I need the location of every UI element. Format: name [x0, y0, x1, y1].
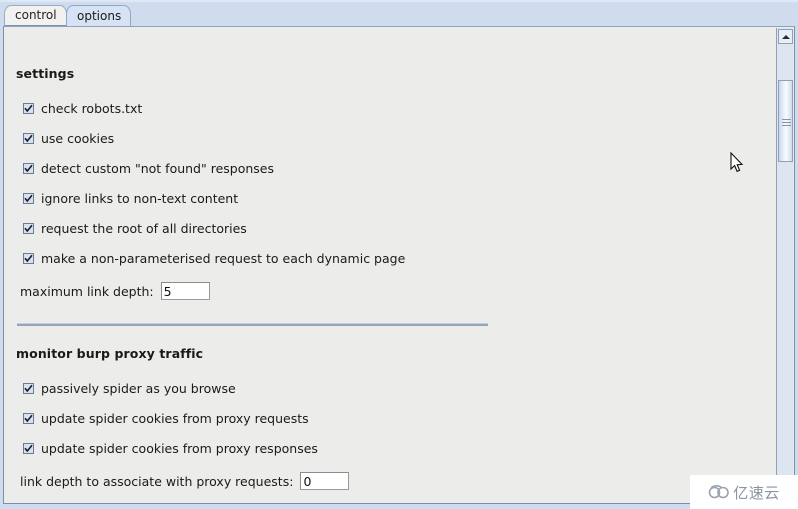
checkbox-label-passively-spider-as-you-browse: passively spider as you browse	[41, 381, 236, 396]
checkbox-row-update-spider-cookies-from-proxy-requests[interactable]: update spider cookies from proxy request…	[23, 411, 309, 426]
input-link-depth-to-associate-with-proxy-requests[interactable]	[300, 472, 350, 490]
tab-strip: control options	[0, 0, 798, 29]
scrollbar-grip-line	[782, 125, 791, 126]
checkbox-label-check-robots-txt: check robots.txt	[41, 101, 143, 116]
checkbox-label-use-cookies: use cookies	[41, 131, 115, 146]
checkbox-passively-spider-as-you-browse[interactable]	[23, 383, 34, 394]
input-maximum-link-depth[interactable]	[160, 282, 210, 300]
checkbox-row-make-a-non-parameterised-request[interactable]: make a non-parameterised request to each…	[23, 251, 405, 266]
checkbox-label-ignore-links-to-non-text-content: ignore links to non-text content	[41, 191, 239, 206]
checkbox-label-make-a-non-parameterised-request: make a non-parameterised request to each…	[41, 251, 406, 266]
watermark-text: 亿速云	[733, 483, 780, 502]
checkbox-make-a-non-parameterised-request[interactable]	[23, 253, 34, 264]
scrollbar-up-button[interactable]	[778, 29, 793, 44]
checkbox-label-update-spider-cookies-from-proxy-responses: update spider cookies from proxy respons…	[41, 441, 318, 456]
checkbox-row-use-cookies[interactable]: use cookies	[23, 131, 114, 146]
checkbox-update-spider-cookies-from-proxy-responses[interactable]	[23, 443, 34, 454]
checkbox-row-ignore-links-to-non-text-content[interactable]: ignore links to non-text content	[23, 191, 238, 206]
field-label-maximum-link-depth: maximum link depth:	[20, 283, 154, 299]
tab-strip-highlight	[0, 0, 798, 2]
tab-options-label: options	[77, 9, 122, 23]
vertical-scrollbar[interactable]	[776, 28, 793, 502]
spider-options-window: control options settings check robots.tx…	[0, 0, 798, 509]
checkbox-row-check-robots-txt[interactable]: check robots.txt	[23, 101, 142, 116]
checkbox-label-request-the-root-of-all-directories: request the root of all directories	[41, 221, 247, 236]
checkbox-label-update-spider-cookies-from-proxy-requests: update spider cookies from proxy request…	[41, 411, 309, 426]
checkbox-update-spider-cookies-from-proxy-requests[interactable]	[23, 413, 34, 424]
options-panel-content: settings check robots.txt use cookies de…	[5, 28, 777, 502]
field-label-link-depth-to-associate-with-proxy-requests: link depth to associate with proxy reque…	[20, 473, 294, 489]
scrollbar-grip-line	[782, 119, 791, 120]
watermark: 亿速云	[690, 475, 798, 509]
field-row-maximum-link-depth: maximum link depth:	[20, 282, 210, 300]
checkbox-ignore-links-to-non-text-content[interactable]	[23, 193, 34, 204]
tab-control[interactable]: control	[4, 5, 67, 26]
checkbox-check-robots-txt[interactable]	[23, 103, 34, 114]
checkbox-detect-custom-not-found-responses[interactable]	[23, 163, 34, 174]
mouse-cursor	[730, 151, 744, 177]
checkbox-row-passively-spider-as-you-browse[interactable]: passively spider as you browse	[23, 381, 236, 396]
checkbox-row-detect-custom-not-found-responses[interactable]: detect custom "not found" responses	[23, 161, 274, 176]
checkbox-row-request-the-root-of-all-directories[interactable]: request the root of all directories	[23, 221, 247, 236]
checkbox-label-detect-custom-not-found-responses: detect custom "not found" responses	[41, 161, 275, 176]
cloud-icon	[708, 485, 730, 499]
scrollbar-grip-line	[782, 122, 791, 123]
scrollbar-thumb[interactable]	[778, 80, 793, 162]
checkbox-request-the-root-of-all-directories[interactable]	[23, 223, 34, 234]
checkbox-row-update-spider-cookies-from-proxy-responses[interactable]: update spider cookies from proxy respons…	[23, 441, 318, 456]
field-row-link-depth-to-associate-with-proxy-requests: link depth to associate with proxy reque…	[20, 472, 350, 490]
options-panel: settings check robots.txt use cookies de…	[3, 26, 795, 504]
tab-options[interactable]: options	[66, 5, 132, 29]
section-title-monitor-burp-proxy-traffic: monitor burp proxy traffic	[16, 346, 204, 361]
tab-control-label: control	[15, 8, 57, 22]
separator-settings	[17, 323, 488, 326]
chevron-up-icon	[781, 34, 790, 39]
section-title-settings: settings	[16, 66, 75, 81]
checkbox-use-cookies[interactable]	[23, 133, 34, 144]
